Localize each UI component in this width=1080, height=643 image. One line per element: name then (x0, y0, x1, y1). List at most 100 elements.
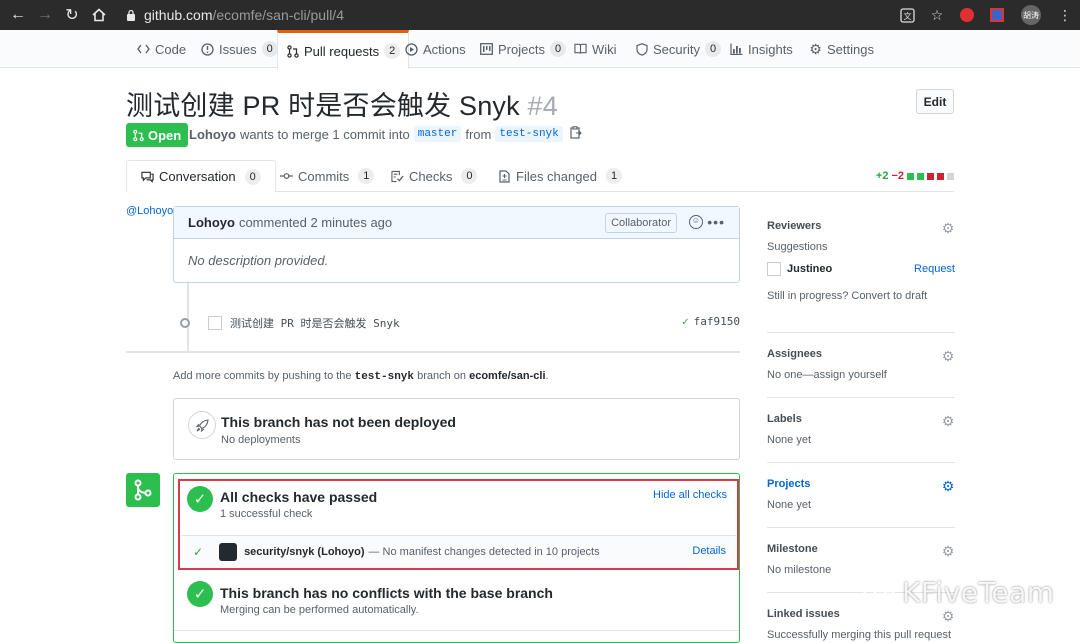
tab-label: Issues (219, 41, 257, 57)
pr-meta: Lohoyo wants to merge 1 commit into mast… (189, 126, 582, 142)
hint-text: Add more commits by pushing to the (173, 370, 352, 382)
sidebar-heading[interactable]: Milestone (767, 543, 955, 555)
clipboard-icon[interactable] (570, 126, 582, 142)
tab-actions[interactable]: Actions (405, 30, 466, 68)
reviewer-name[interactable]: Justineo (787, 263, 832, 275)
code-icon (137, 43, 150, 56)
request-review-link[interactable]: Request (914, 263, 955, 275)
edit-button[interactable]: Edit (916, 89, 954, 114)
check-icon[interactable]: ✓ (682, 315, 689, 328)
sidebar-reviewers: Reviewers ⚙ Suggestions Justineo Request… (767, 220, 955, 320)
gear-icon[interactable]: ⚙ (941, 349, 955, 363)
tab-counter: 1 (358, 168, 375, 184)
base-branch[interactable]: master (413, 126, 462, 142)
tab-label: Insights (748, 41, 793, 57)
book-icon (574, 43, 587, 56)
tab-counter: 0 (261, 41, 278, 57)
address-bar[interactable]: github.com/ecomfe/san-cli/pull/4 (116, 3, 956, 27)
commit-message[interactable]: 测试创建 PR 时是否会触发 Snyk (230, 315, 400, 331)
tab-checks[interactable]: Checks 0 (391, 160, 478, 192)
pr-title: 测试创建 PR 时是否会触发 Snyk (126, 91, 520, 121)
sidebar-heading[interactable]: Projects (767, 478, 955, 490)
sidebar-divider (767, 462, 955, 463)
sidebar-projects: Projects ⚙ None yet (767, 478, 955, 511)
extension-icon[interactable] (952, 0, 982, 30)
from-text: from (465, 126, 492, 142)
smiley-icon[interactable]: ☺ (689, 215, 703, 229)
tab-label: Actions (423, 41, 466, 57)
sidebar-linked-issues: Linked issues ⚙ Successfully merging thi… (767, 608, 955, 641)
sidebar-divider (767, 397, 955, 398)
tab-label: Files changed (516, 168, 597, 184)
tab-projects[interactable]: Projects 0 (480, 30, 567, 68)
tab-code[interactable]: Code (137, 30, 186, 68)
lock-icon (127, 9, 135, 21)
tab-label: Code (155, 41, 187, 57)
diff-bar (927, 172, 934, 180)
tab-wiki[interactable]: Wiki (574, 30, 617, 68)
role-badge: Collaborator (605, 213, 677, 233)
tab-counter: 2 (384, 43, 401, 59)
gear-icon[interactable]: ⚙ (941, 544, 955, 558)
gear-icon[interactable]: ⚙ (941, 609, 955, 623)
gear-icon[interactable]: ⚙ (941, 221, 955, 235)
tab-issues[interactable]: Issues 0 (201, 30, 278, 68)
diffstat: +2 −2 (876, 170, 954, 182)
tab-security[interactable]: Security 0 (635, 30, 722, 68)
tab-insights[interactable]: Insights (730, 30, 793, 68)
pr-number: #4 (527, 91, 558, 121)
diff-bar (917, 172, 924, 180)
avatar[interactable] (208, 316, 222, 330)
assign-yourself-link[interactable]: No one—assign yourself (767, 369, 955, 381)
pull-request-icon (133, 129, 144, 141)
tab-counter: 0 (461, 168, 478, 184)
gear-icon[interactable]: ⚙ (941, 479, 955, 493)
sidebar-heading[interactable]: Labels (767, 413, 955, 425)
gear-icon: ⚙ (809, 40, 822, 57)
translate-icon[interactable]: 文 (892, 0, 922, 30)
diff-bar (947, 172, 954, 180)
url-host: github.com (144, 7, 213, 23)
highlight-frame (178, 479, 739, 570)
sidebar-heading[interactable]: Assignees (767, 348, 955, 360)
reload-icon[interactable]: ↻ (58, 0, 86, 30)
profile-avatar[interactable]: 胡涛 (1012, 0, 1050, 30)
tab-label: Checks (409, 168, 453, 184)
tab-counter: 0 (704, 41, 722, 57)
head-branch[interactable]: test-snyk (495, 126, 563, 142)
author-link[interactable]: Lohoyo (189, 127, 236, 142)
suggestions-label: Suggestions (767, 241, 828, 253)
suggested-reviewer: Justineo Request (767, 262, 955, 276)
watermark-text: KFiveTeam (902, 576, 1055, 609)
merge-icon (126, 473, 160, 507)
commit-status: ✓ faf9150 (682, 315, 740, 328)
tab-files-changed[interactable]: Files changed 1 (498, 160, 623, 192)
watermark: KFiveTeam (862, 576, 1055, 609)
comment-author[interactable]: Lohoyo (188, 215, 235, 230)
tab-commits[interactable]: Commits 1 (280, 160, 375, 192)
tab-conversation[interactable]: Conversation 0 (126, 160, 276, 193)
diff-bar (907, 172, 914, 180)
tab-pull-requests[interactable]: Pull requests 2 (277, 30, 410, 69)
bookmark-star-icon[interactable]: ☆ (922, 0, 952, 30)
forward-icon[interactable]: → (31, 0, 59, 30)
commit-sha[interactable]: faf9150 (694, 315, 740, 328)
diff-additions: +2 (875, 170, 889, 182)
sidebar-heading[interactable]: Reviewers (767, 220, 955, 232)
avatar (767, 262, 781, 276)
back-icon[interactable]: ← (4, 0, 32, 30)
kebab-horizontal-icon[interactable]: ••• (707, 214, 725, 230)
merge-divider (174, 630, 739, 631)
menu-icon[interactable]: ⋮ (1050, 0, 1080, 30)
timeline-divider (126, 351, 740, 353)
avatar[interactable]: @Lohoyo (126, 206, 173, 242)
url-path: /ecomfe/san-cli/pull/4 (212, 7, 344, 23)
tab-settings[interactable]: ⚙ Settings (809, 30, 874, 68)
extension-icon[interactable] (982, 0, 1012, 30)
comment-time[interactable]: commented 2 minutes ago (239, 215, 392, 230)
sidebar-heading[interactable]: Linked issues (767, 608, 955, 620)
home-icon[interactable] (85, 0, 113, 30)
gear-icon[interactable]: ⚙ (941, 414, 955, 428)
deployment-title: This branch has not been deployed (221, 414, 456, 430)
convert-draft-link[interactable]: Still in progress? Convert to draft (767, 290, 955, 302)
